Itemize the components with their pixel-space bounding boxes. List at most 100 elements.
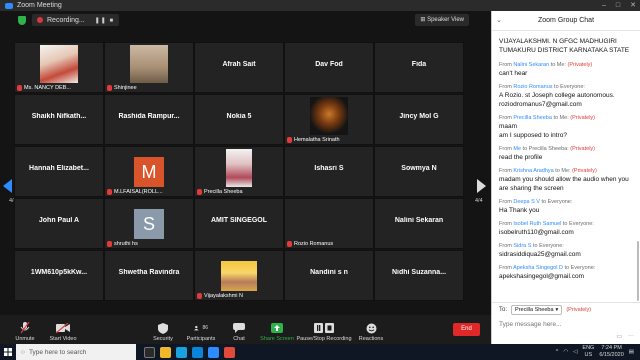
participant-tile[interactable]: Fida [374, 42, 464, 93]
chat-sender[interactable]: Sidra S [513, 243, 531, 249]
next-page-arrow-icon[interactable] [476, 179, 486, 193]
chat-sender[interactable]: Deepa S V [513, 199, 540, 205]
unmute-button[interactable]: Unmute [6, 317, 44, 344]
recipient-value: Precilla Sheeba [515, 306, 554, 313]
participant-tile[interactable]: Shaikh Nifkath... [14, 94, 104, 145]
windows-start-icon[interactable] [0, 344, 16, 360]
reactions-button[interactable]: Reactions [352, 317, 390, 344]
edge-icon[interactable] [176, 346, 187, 358]
recipient-select[interactable]: Precilla Sheeba ▾ [511, 304, 563, 315]
maximize-button[interactable]: □ [616, 0, 620, 11]
participant-tile[interactable]: Shinjinee [104, 42, 194, 93]
taskbar-clock[interactable]: 7:24 PM 6/15/2020 [599, 345, 623, 359]
share-screen-button[interactable]: Share Screen [258, 317, 296, 344]
participants-button[interactable]: 86 Participants [182, 317, 220, 344]
pause-stop-recording-button[interactable]: Pause/Stop Recording [296, 317, 352, 344]
close-button[interactable]: ✕ [630, 0, 636, 11]
participant-tile[interactable]: Afrah Sait [194, 42, 284, 93]
speaker-view-button[interactable]: ⊞ Speaker View [415, 14, 469, 26]
participant-tile[interactable]: Hemalatha Srinath [284, 94, 374, 145]
notification-icon[interactable]: ▤ [629, 349, 634, 355]
participant-tile[interactable]: John Paul A [14, 198, 104, 249]
file-icon[interactable]: ▭ [616, 333, 622, 340]
chrome-icon[interactable] [224, 346, 235, 358]
chat-label: Chat [233, 336, 245, 342]
participant-tile[interactable]: Vijayalakshmi N [194, 250, 284, 301]
chat-meta: From [499, 84, 512, 90]
search-icon: ○ [21, 348, 25, 356]
privacy-label: (Privately) [570, 146, 596, 152]
unmute-label: Unmute [15, 336, 35, 342]
participant-tile[interactable]: 1WM610p5kKw... [14, 250, 104, 301]
chat-message: From Sidra S to Everyone: sidrasiddiqua2… [499, 242, 634, 259]
chat-footer: ▭ ··· [616, 333, 634, 340]
chat-sender[interactable]: Krishna Aradhya [513, 168, 553, 174]
recording-controls[interactable]: ❚❚ ■ [95, 17, 114, 24]
participant-tile[interactable]: Sshruthi hs [104, 198, 194, 249]
participant-photo [40, 45, 78, 83]
participant-grid: Ms. NANCY DEB... Shinjinee Afrah Sait Dav F… [14, 42, 464, 306]
participant-tile[interactable]: M M.LFAISAL(ROLL... [104, 146, 194, 197]
chat-messages[interactable]: VIJAYALAKSHMI. N GFGC MADHUGIRI TUMAKURU… [492, 32, 637, 301]
start-video-label: Start Video [49, 336, 77, 342]
taskbar-apps [144, 346, 235, 358]
participant-name: 1WM610p5kKw... [30, 269, 88, 276]
participant-tile[interactable]: Hannah Elizabet... [14, 146, 104, 197]
chat-sender[interactable]: Rozio Romanus [513, 84, 552, 90]
chat-sender[interactable]: Precilla Sheeba [513, 115, 552, 121]
participant-tile[interactable]: Nokia 5 [194, 94, 284, 145]
chat-message: From Rozio Romanus to Everyone: A Rozio.… [499, 83, 634, 109]
participant-label: M.LFAISAL(ROLL... [107, 189, 163, 195]
chat-meta: to Everyone: [554, 84, 585, 90]
chat-scrollbar[interactable] [637, 241, 639, 301]
chat-meta: to Precilla Sheeba: [522, 146, 569, 152]
participant-tile[interactable]: Jincy Mol G [374, 94, 464, 145]
participant-tile[interactable]: Nidhi Suzanna... [374, 250, 464, 301]
minimize-button[interactable]: – [602, 0, 606, 11]
participant-tile[interactable]: Sowmya N [374, 146, 464, 197]
chevron-up-icon[interactable]: ^ [556, 349, 559, 355]
pause-stop-icon [312, 322, 336, 334]
taskbar-search[interactable]: ○ Type here to search [16, 344, 136, 360]
chat-message-header: From Precilla Sheeba to Me: (Privately) [499, 114, 634, 122]
shield-icon[interactable] [18, 15, 26, 25]
participant-tile[interactable]: Nandini s n [284, 250, 374, 301]
recording-bar: Recording... ❚❚ ■ [18, 14, 120, 26]
chat-button[interactable]: Chat [220, 317, 258, 344]
chat-sender[interactable]: Apeksha Singegol D [513, 265, 563, 271]
file-explorer-icon[interactable] [160, 346, 171, 358]
previous-page-arrow-icon[interactable] [3, 179, 13, 193]
participant-tile[interactable]: Shwetha Ravindra [104, 250, 194, 301]
store-icon[interactable] [192, 346, 203, 358]
task-view-icon[interactable] [144, 346, 155, 358]
participant-tile[interactable]: Dav Fod [284, 42, 374, 93]
chat-sender[interactable]: Isobel Ruth Samuel [513, 221, 561, 227]
chat-message-input[interactable] [496, 317, 636, 331]
participant-name: Nokia 5 [226, 113, 252, 120]
chevron-down-icon[interactable]: ⌄ [496, 11, 502, 31]
participant-label: Vijayalakshmi N [197, 293, 243, 299]
participant-tile[interactable]: Rozio Romanus [284, 198, 374, 249]
more-icon[interactable]: ··· [628, 333, 634, 340]
speaker-icon[interactable]: ◁ [573, 349, 577, 355]
chat-bubble-icon [232, 322, 246, 334]
participant-tile[interactable]: Ishasri S [284, 146, 374, 197]
chat-sender[interactable]: Me [513, 146, 521, 152]
language-indicator[interactable]: ENG US [582, 345, 594, 359]
participant-tile[interactable]: Precilla Sheeba [194, 146, 284, 197]
participant-tile[interactable]: Ms. NANCY DEB... [14, 42, 104, 93]
participant-name: Nidhi Suzanna... [391, 269, 447, 276]
security-button[interactable]: Security [144, 317, 182, 344]
share-screen-icon [270, 322, 284, 334]
share-screen-label: Share Screen [260, 336, 294, 342]
taskbar-search-placeholder: Type here to search [28, 348, 87, 356]
participant-tile[interactable]: Rashida Rampur... [104, 94, 194, 145]
participant-tile[interactable]: AMIT SINGEGOL [194, 198, 284, 249]
zoom-app-icon[interactable] [208, 346, 219, 358]
end-meeting-button[interactable]: End [453, 323, 480, 336]
start-video-button[interactable]: Start Video [44, 317, 82, 344]
chat-sender[interactable]: Nalini Sekaran [513, 62, 549, 68]
participant-tile[interactable]: Nalini Sekaran [374, 198, 464, 249]
wifi-icon[interactable]: ◠ [563, 349, 568, 355]
chat-meta: to Everyone: [564, 265, 596, 271]
